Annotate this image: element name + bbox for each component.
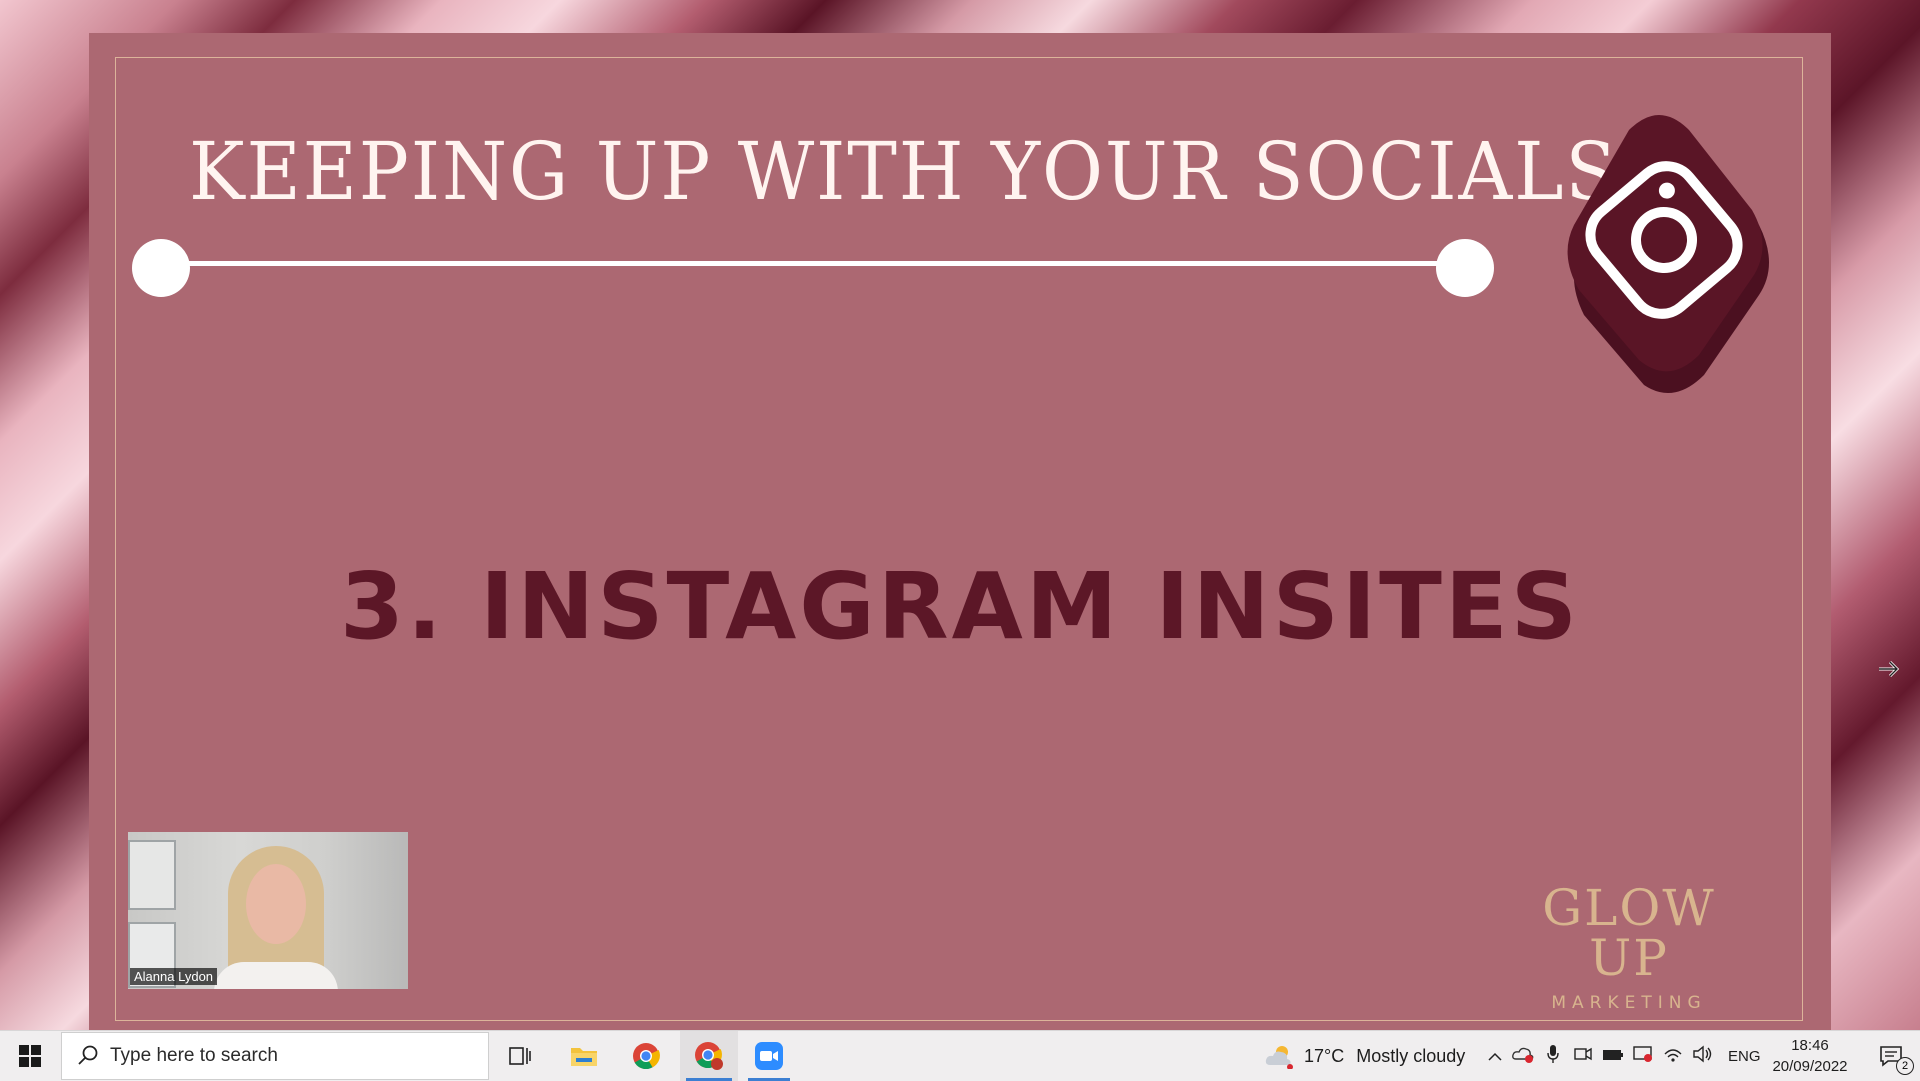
zoom-button[interactable]	[742, 1031, 796, 1081]
chrome-icon	[633, 1043, 660, 1070]
notifications-button[interactable]: 2	[1866, 1031, 1916, 1081]
windows-icon	[19, 1045, 41, 1067]
brand-name: GLOW UP	[1542, 879, 1716, 987]
volume-icon[interactable]	[1688, 1045, 1718, 1068]
microphone-icon[interactable]	[1538, 1044, 1568, 1069]
timeline-dot-right	[1436, 239, 1494, 297]
weather-temperature: 17°C	[1304, 1045, 1345, 1066]
task-view-button[interactable]	[496, 1031, 544, 1081]
search-icon	[78, 1045, 98, 1065]
taskbar-search[interactable]	[61, 1032, 489, 1080]
participant-name-tag: Alanna Lydon	[130, 968, 218, 985]
folder-icon	[571, 1048, 597, 1066]
cloud-icon	[1265, 1046, 1293, 1069]
chrome-button[interactable]	[620, 1031, 672, 1081]
chrome-profile-icon	[695, 1042, 723, 1070]
file-explorer-button[interactable]	[558, 1031, 610, 1081]
start-button[interactable]	[0, 1031, 60, 1081]
clock-date: 20/09/2022	[1772, 1058, 1848, 1075]
zoom-icon	[755, 1042, 783, 1070]
system-tray: ENG	[1482, 1031, 1761, 1081]
brand-tagline: MARKETING	[1551, 993, 1707, 1013]
chevron-up-icon[interactable]	[1482, 1046, 1508, 1067]
participant-body	[214, 962, 338, 989]
onedrive-error-icon[interactable]	[1508, 1045, 1538, 1068]
language-indicator[interactable]: ENG	[1728, 1048, 1761, 1065]
arrow-cursor-icon	[1879, 660, 1900, 678]
weather-widget[interactable]: 17°C Mostly cloudy	[1264, 1031, 1465, 1081]
notification-badge: 2	[1896, 1057, 1914, 1075]
wifi-icon[interactable]	[1658, 1046, 1688, 1067]
timeline-line	[157, 261, 1467, 266]
search-input[interactable]	[108, 1044, 472, 1068]
slide-title: KEEPING UP WITH YOUR SOCIALS	[189, 125, 1619, 218]
section-heading: 3. INSTAGRAM INSITES	[339, 553, 1580, 660]
participant-face	[246, 864, 306, 944]
clock-time: 18:46	[1791, 1037, 1829, 1054]
clock[interactable]: 18:46 20/09/2022	[1760, 1035, 1860, 1077]
brand-logo: GLOW UP MARKETING	[1509, 883, 1749, 1013]
battery-icon[interactable]	[1598, 1046, 1628, 1067]
camera-icon[interactable]	[1568, 1046, 1598, 1067]
task-view-icon	[509, 1047, 531, 1065]
display-icon[interactable]	[1628, 1045, 1658, 1068]
taskbar: 17°C Mostly cloudy ENG 18:46 20	[0, 1030, 1920, 1081]
wall-frame	[128, 840, 176, 910]
weather-description: Mostly cloudy	[1356, 1045, 1466, 1066]
timeline-dot-left	[132, 239, 190, 297]
instagram-icon	[1567, 115, 1769, 393]
chrome-profile-button[interactable]	[680, 1031, 738, 1081]
participant-video[interactable]: Alanna Lydon	[128, 832, 408, 989]
